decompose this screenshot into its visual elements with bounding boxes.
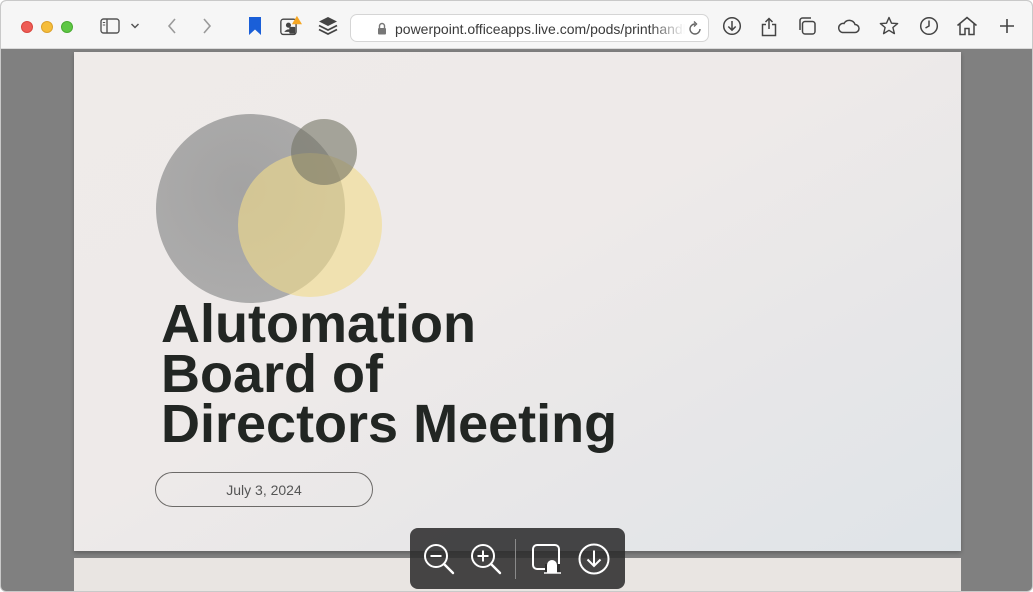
browser-toolbar: powerpoint.officeapps.live.com/pods/prin… xyxy=(1,1,1032,49)
tabs-icon[interactable] xyxy=(796,15,818,37)
reload-icon[interactable] xyxy=(687,21,703,42)
viewer-controls xyxy=(410,528,625,589)
slide-title-line: Board of xyxy=(161,344,383,404)
lock-icon xyxy=(377,22,387,40)
download-icon[interactable] xyxy=(576,541,612,577)
back-icon[interactable] xyxy=(161,15,183,37)
slide-title-line: Alutomation xyxy=(161,294,476,354)
minimize-window-button[interactable] xyxy=(41,21,53,33)
download-icon[interactable] xyxy=(721,15,743,37)
home-icon[interactable] xyxy=(956,15,978,37)
share-icon[interactable] xyxy=(758,15,780,37)
slide-title-line: Directors Meeting xyxy=(161,394,618,454)
new-tab-icon[interactable] xyxy=(996,15,1018,37)
zoom-in-icon[interactable] xyxy=(468,541,504,577)
zoom-window-button[interactable] xyxy=(61,21,73,33)
browser-window: powerpoint.officeapps.live.com/pods/prin… xyxy=(0,0,1033,592)
controls-divider xyxy=(515,539,516,579)
slide-page: Alutomation Board of Directors Meeting J… xyxy=(74,52,961,551)
address-bar[interactable]: powerpoint.officeapps.live.com/pods/prin… xyxy=(350,14,709,42)
date-pill: July 3, 2024 xyxy=(155,472,373,507)
layers-icon[interactable] xyxy=(317,15,339,37)
url-text: powerpoint.officeapps.live.com/pods/prin… xyxy=(395,21,685,37)
bookmark-icon[interactable] xyxy=(244,15,266,37)
history-icon[interactable] xyxy=(918,15,940,37)
slide-title: Alutomation Board of Directors Meeting xyxy=(161,294,721,454)
date-text: July 3, 2024 xyxy=(226,481,302,498)
cloud-icon[interactable] xyxy=(835,15,861,37)
fit-page-icon[interactable] xyxy=(529,541,565,577)
olive-circle-shape xyxy=(291,119,357,185)
sidebar-icon[interactable] xyxy=(99,15,121,37)
close-window-button[interactable] xyxy=(21,21,33,33)
extension-alert-icon[interactable] xyxy=(280,15,302,37)
chevron-down-icon[interactable] xyxy=(128,15,142,37)
forward-icon[interactable] xyxy=(196,15,218,37)
zoom-out-icon[interactable] xyxy=(421,541,457,577)
star-icon[interactable] xyxy=(878,15,900,37)
